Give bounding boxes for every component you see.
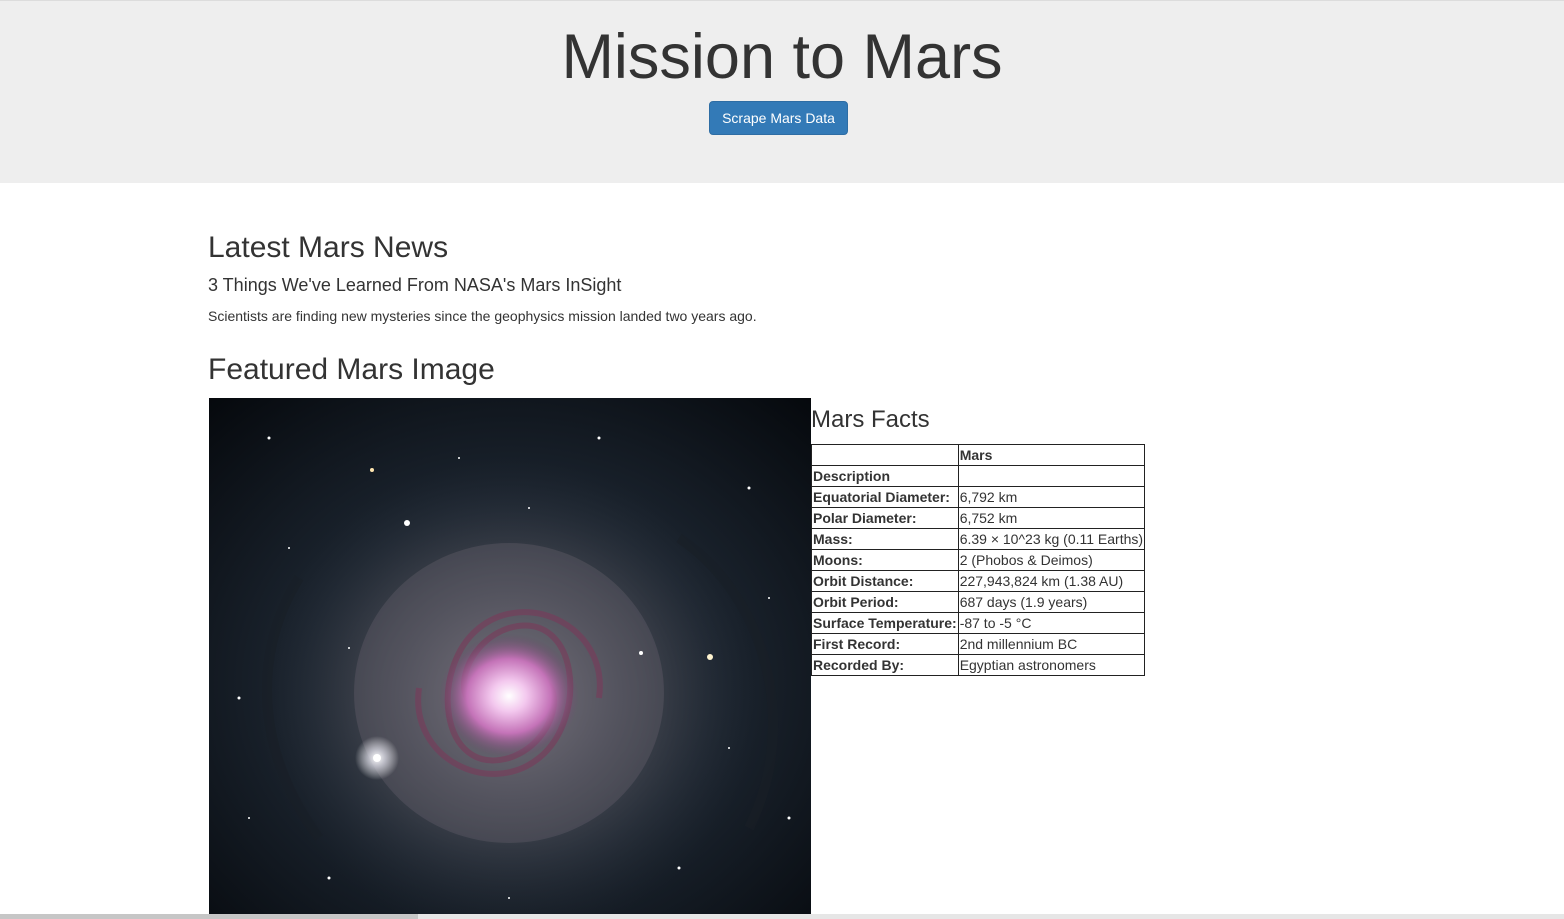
- scrape-mars-data-button[interactable]: Scrape Mars Data: [709, 101, 848, 135]
- mars-facts-heading: Mars Facts: [811, 406, 930, 433]
- row-label: First Record:: [811, 633, 959, 655]
- table-row: Mass: 6.39 × 10^23 kg (0.11 Earths): [811, 528, 1146, 550]
- table-header-cell: Mars: [957, 444, 1146, 466]
- page-title: Mission to Mars: [561, 22, 1003, 92]
- row-value: -87 to -5 °C: [957, 612, 1146, 634]
- table-row: Surface Temperature: -87 to -5 °C: [811, 612, 1146, 634]
- row-value: 687 days (1.9 years): [957, 591, 1146, 613]
- featured-image-heading: Featured Mars Image: [208, 353, 495, 386]
- mars-facts-table: Mars Description Equatorial Diameter: 6,…: [811, 444, 1146, 676]
- row-label: Recorded By:: [811, 654, 959, 676]
- galaxy-image-icon: [209, 398, 811, 919]
- row-label: Orbit Distance:: [811, 570, 959, 592]
- horizontal-scrollbar-thumb[interactable]: [0, 914, 418, 919]
- news-paragraph: Scientists are finding new mysteries sin…: [208, 308, 757, 324]
- latest-news-heading: Latest Mars News: [208, 231, 449, 264]
- row-value: 6,792 km: [957, 486, 1146, 508]
- row-value: 2nd millennium BC: [957, 633, 1146, 655]
- table-row: Description: [811, 465, 1146, 487]
- row-value: 6.39 × 10^23 kg (0.11 Earths): [957, 528, 1146, 550]
- table-row: First Record: 2nd millennium BC: [811, 633, 1146, 655]
- table-row: Orbit Period: 687 days (1.9 years): [811, 591, 1146, 613]
- table-header-row: Mars: [811, 444, 1146, 466]
- news-title: 3 Things We've Learned From NASA's Mars …: [208, 275, 622, 295]
- featured-mars-image: [209, 398, 811, 919]
- row-value: 227,943,824 km (1.38 AU): [957, 570, 1146, 592]
- row-label: Equatorial Diameter:: [811, 486, 959, 508]
- row-label: Orbit Period:: [811, 591, 959, 613]
- row-value: 2 (Phobos & Deimos): [957, 549, 1146, 571]
- row-value: 6,752 km: [957, 507, 1146, 529]
- row-label: Surface Temperature:: [811, 612, 959, 634]
- table-row: Polar Diameter: 6,752 km: [811, 507, 1146, 529]
- row-label: Polar Diameter:: [811, 507, 959, 529]
- table-row: Orbit Distance: 227,943,824 km (1.38 AU): [811, 570, 1146, 592]
- row-value: Egyptian astronomers: [957, 654, 1146, 676]
- row-label: Mass:: [811, 528, 959, 550]
- table-header-cell: [811, 444, 959, 466]
- table-row: Recorded By: Egyptian astronomers: [811, 654, 1146, 676]
- row-label: Description: [811, 465, 959, 487]
- header-jumbotron: Mission to Mars Scrape Mars Data: [0, 1, 1564, 183]
- table-row: Moons: 2 (Phobos & Deimos): [811, 549, 1146, 571]
- row-label: Moons:: [811, 549, 959, 571]
- table-row: Equatorial Diameter: 6,792 km: [811, 486, 1146, 508]
- row-value: [957, 465, 1146, 487]
